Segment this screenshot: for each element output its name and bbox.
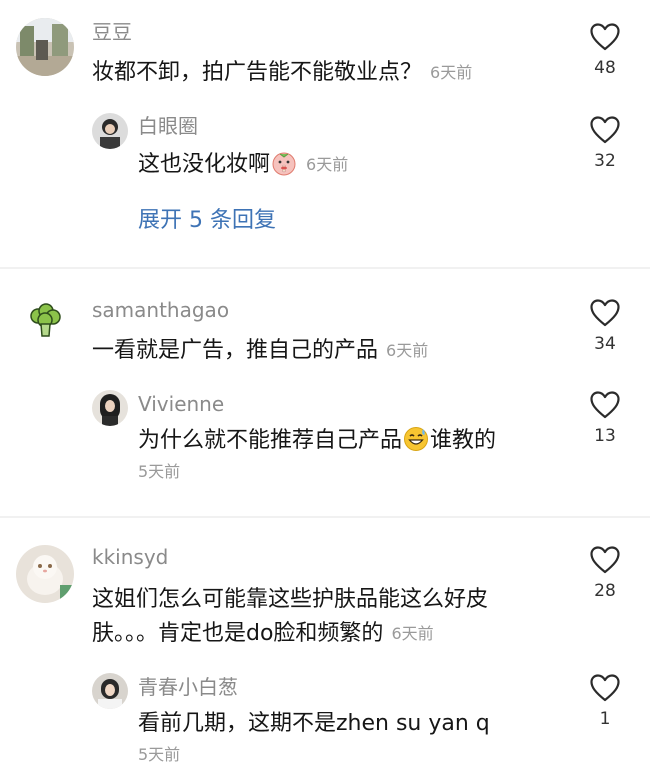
comment-body: 一看就是广告，推自己的产品 <box>92 338 379 363</box>
divider <box>0 267 650 269</box>
reply-username[interactable]: 白眼圈 <box>138 114 198 138</box>
avatar[interactable] <box>92 113 128 149</box>
reply-text: 为什么就不能推荐自己产品 谁教的 <box>138 424 496 458</box>
reply-timestamp: 5天前 <box>138 462 181 481</box>
comment-body: 肤。。。肯定也是do脸和频繁的 <box>92 621 384 646</box>
comment-timestamp: 6天前 <box>430 63 473 82</box>
reply-timestamp: 5天前 <box>138 745 181 764</box>
comment-text: 妆都不卸，拍广告能不能敬业点？ 6天前 <box>92 56 472 90</box>
like-count: 34 <box>594 334 616 354</box>
heart-outline-icon <box>590 23 620 51</box>
shushing-face-emoji <box>272 152 296 176</box>
reply-body-before: 为什么就不能推荐自己产品 <box>138 428 403 453</box>
comment-username[interactable]: 豆豆 <box>92 20 132 44</box>
reply-text: 这也没化妆啊 6天前 <box>138 148 348 182</box>
like-count: 13 <box>594 426 616 446</box>
like-count: 1 <box>599 709 611 729</box>
like-button[interactable]: 1 <box>575 673 635 729</box>
reply-text: 看前几期，这期不是zhen su yan q <box>138 711 490 736</box>
like-count: 48 <box>594 58 616 78</box>
like-button[interactable]: 32 <box>575 115 635 171</box>
avatar[interactable] <box>16 18 74 76</box>
like-count: 28 <box>594 581 616 601</box>
heart-outline-icon <box>590 674 620 702</box>
heart-outline-icon <box>590 299 620 327</box>
heart-outline-icon <box>590 116 620 144</box>
comment-timestamp: 6天前 <box>386 341 429 360</box>
reply-body: 这也没化妆啊 <box>138 152 271 177</box>
comment-text-line1: 这姐们怎么可能靠这些护肤品能这么好皮 <box>92 587 489 612</box>
comment-username[interactable]: kkinsyd <box>92 545 168 569</box>
heart-outline-icon <box>590 391 620 419</box>
reply-username[interactable]: Vivienne <box>138 392 224 416</box>
avatar[interactable] <box>20 296 70 346</box>
avatar[interactable] <box>92 673 128 709</box>
comment-item: 豆豆 妆都不卸，拍广告能不能敬业点？ 6天前 48 白眼圈 这也没化妆啊 6天前… <box>0 0 650 268</box>
avatar[interactable] <box>16 545 74 603</box>
comment-list: 豆豆 妆都不卸，拍广告能不能敬业点？ 6天前 48 白眼圈 这也没化妆啊 6天前… <box>0 0 650 771</box>
grinning-sweat-emoji <box>404 427 429 451</box>
like-button[interactable]: 28 <box>575 545 635 601</box>
comment-text: 一看就是广告，推自己的产品 6天前 <box>92 334 428 368</box>
reply-body-after: 谁教的 <box>430 428 497 453</box>
like-button[interactable]: 13 <box>575 390 635 446</box>
like-button[interactable]: 48 <box>575 22 635 78</box>
like-count: 32 <box>594 151 616 171</box>
comment-item: samanthagao 一看就是广告，推自己的产品 6天前 34 Vivienne… <box>0 270 650 516</box>
comment-body: 妆都不卸，拍广告能不能敬业点？ <box>92 60 423 85</box>
expand-replies-button[interactable]: 展开 5 条回复 <box>138 208 276 234</box>
divider <box>0 516 650 518</box>
comment-timestamp: 6天前 <box>391 624 434 643</box>
reply-username[interactable]: 青春小白葱 <box>138 675 238 699</box>
like-button[interactable]: 34 <box>575 298 635 354</box>
reply-timestamp: 6天前 <box>306 155 349 174</box>
avatar[interactable] <box>92 390 128 426</box>
comment-text-line2: 肤。。。肯定也是do脸和频繁的 6天前 <box>92 617 434 651</box>
comment-item: kkinsyd 这姐们怎么可能靠这些护肤品能这么好皮 肤。。。肯定也是do脸和频… <box>0 519 650 771</box>
heart-outline-icon <box>590 546 620 574</box>
comment-username[interactable]: samanthagao <box>92 298 229 322</box>
